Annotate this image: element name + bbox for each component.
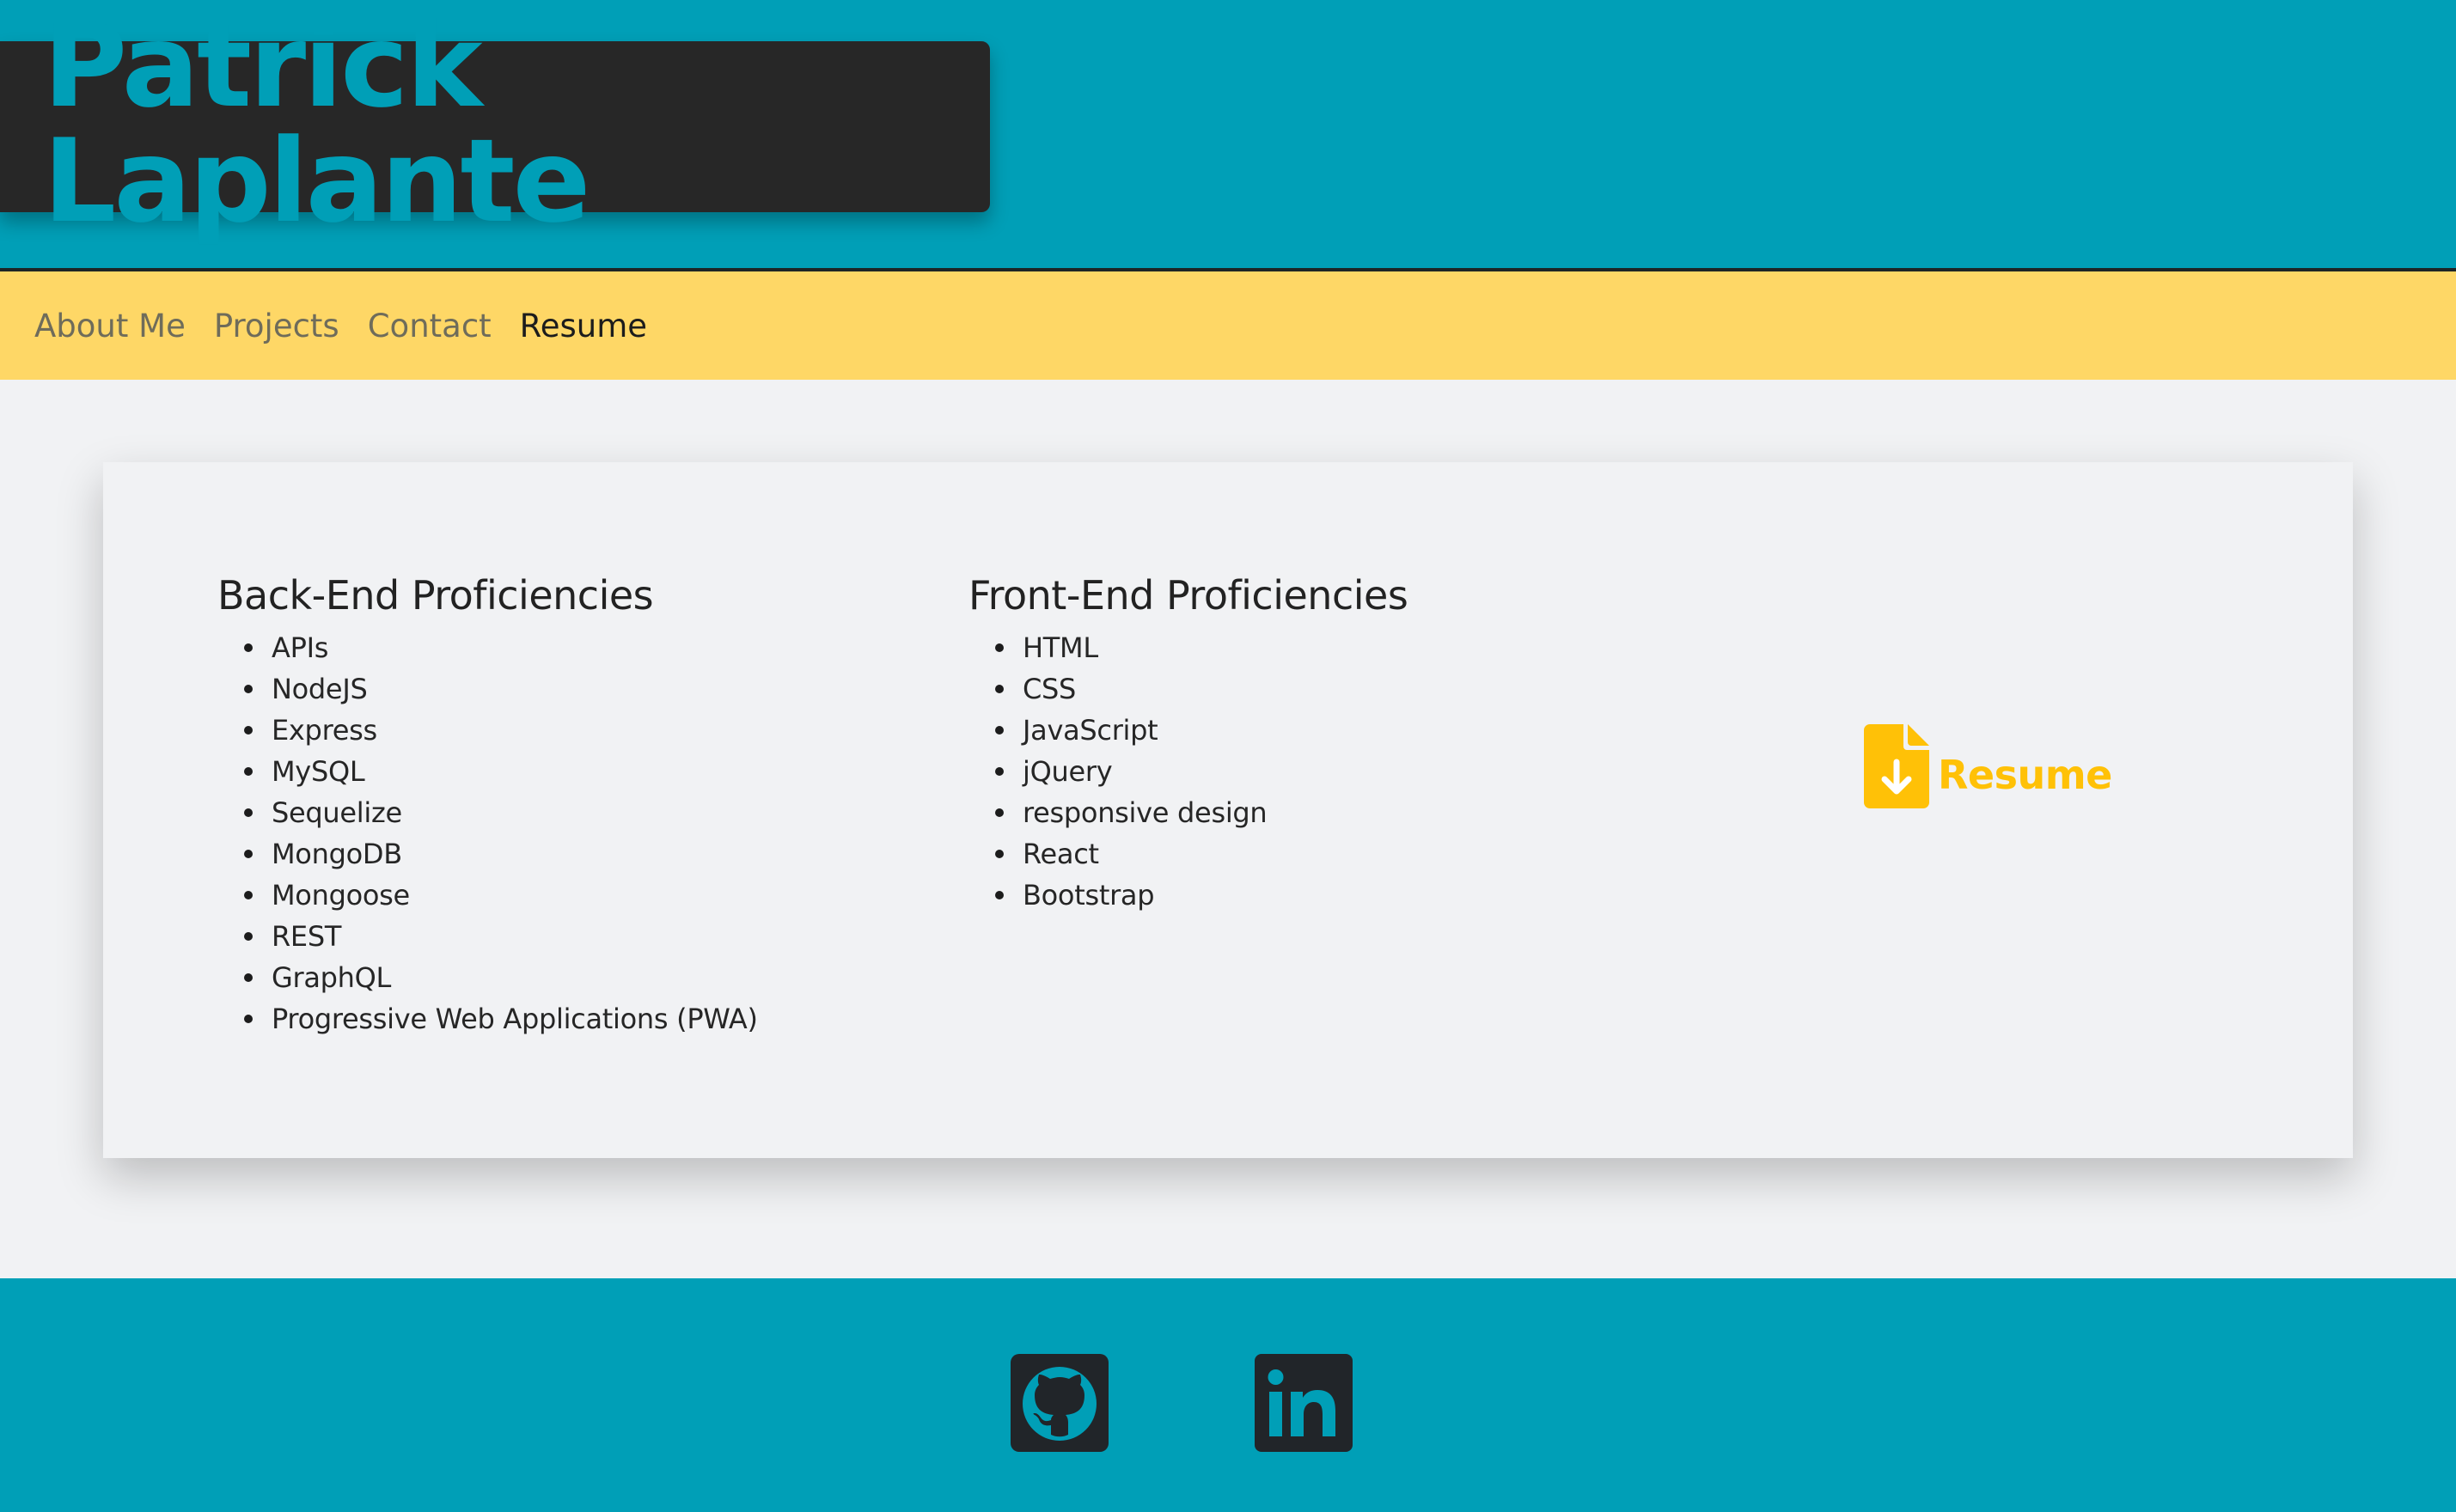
backend-proficiencies: Back-End Proficiencies APIs NodeJS Expre… <box>217 572 758 1040</box>
frontend-list: HTML CSS JavaScript jQuery responsive de… <box>968 627 1408 916</box>
resume-download-label: Resume <box>1938 752 2112 798</box>
file-download-icon <box>1864 724 1929 808</box>
list-item: REST <box>244 916 758 957</box>
frontend-heading: Front-End Proficiencies <box>968 572 1408 619</box>
github-link[interactable] <box>1011 1354 1109 1452</box>
list-item: React <box>994 833 1408 875</box>
linkedin-icon <box>1255 1354 1353 1452</box>
list-item: responsive design <box>994 792 1408 833</box>
list-item: HTML <box>994 627 1408 668</box>
backend-list: APIs NodeJS Express MySQL Sequelize Mong… <box>217 627 758 1040</box>
list-item: jQuery <box>994 751 1408 792</box>
list-item: Bootstrap <box>994 875 1408 916</box>
list-item: GraphQL <box>244 957 758 998</box>
list-item: JavaScript <box>994 710 1408 751</box>
nav-link-resume[interactable]: Resume <box>520 308 647 344</box>
list-item: Mongoose <box>244 875 758 916</box>
title-banner: Patrick Laplante <box>0 9 990 239</box>
list-item: NodeJS <box>244 668 758 710</box>
site-title: Patrick Laplante <box>43 0 590 248</box>
nav-link-contact[interactable]: Contact <box>368 308 492 344</box>
resume-download-link[interactable]: Resume <box>1864 724 2112 808</box>
linkedin-link[interactable] <box>1255 1354 1353 1452</box>
list-item: CSS <box>994 668 1408 710</box>
site-footer <box>0 1278 2456 1512</box>
list-item: Express <box>244 710 758 751</box>
nav-link-about-me[interactable]: About Me <box>34 308 186 344</box>
list-item: MongoDB <box>244 833 758 875</box>
backend-heading: Back-End Proficiencies <box>217 572 654 619</box>
github-icon <box>1011 1354 1109 1452</box>
resume-card: Back-End Proficiencies APIs NodeJS Expre… <box>103 462 2353 1158</box>
list-item: Progressive Web Applications (PWA) <box>244 998 758 1040</box>
frontend-proficiencies: Front-End Proficiencies HTML CSS JavaScr… <box>968 572 1408 916</box>
nav-link-projects[interactable]: Projects <box>214 308 339 344</box>
site-header: Patrick Laplante <box>0 0 2456 271</box>
list-item: APIs <box>244 627 758 668</box>
list-item: Sequelize <box>244 792 758 833</box>
list-item: MySQL <box>244 751 758 792</box>
main-nav: About Me Projects Contact Resume <box>0 271 2456 380</box>
